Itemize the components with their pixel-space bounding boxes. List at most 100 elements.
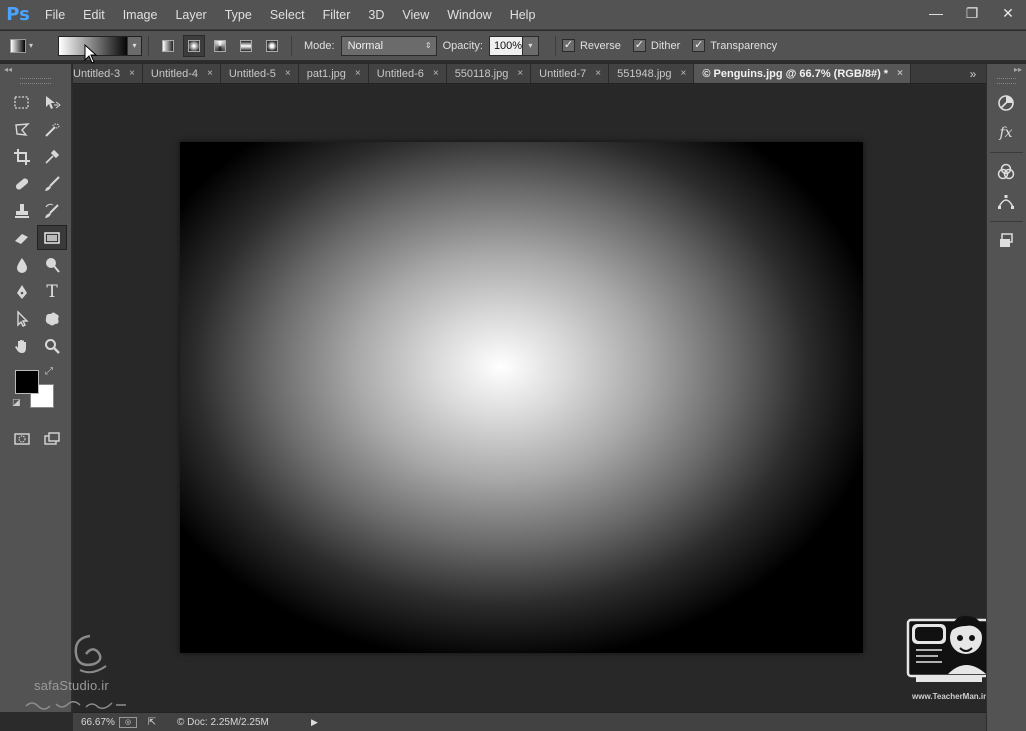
reverse-checkbox[interactable]: ✓ Reverse xyxy=(561,39,621,52)
foreground-color-swatch[interactable] xyxy=(15,370,39,394)
transparency-checkbox[interactable]: ✓ Transparency xyxy=(692,39,777,52)
tab-label: Untitled-5 xyxy=(228,67,276,80)
menu-image[interactable]: Image xyxy=(114,0,167,30)
menu-filter[interactable]: Filter xyxy=(314,0,360,30)
dodge-tool[interactable] xyxy=(37,252,67,277)
move-tool[interactable] xyxy=(37,90,67,115)
gradient-tool[interactable] xyxy=(37,225,67,250)
menu-window[interactable]: Window xyxy=(438,0,500,30)
bandage-icon xyxy=(15,177,29,190)
zoom-level[interactable]: 66.67% xyxy=(73,717,119,728)
quick-mask-button[interactable] xyxy=(7,426,37,451)
layers-panel-button[interactable] xyxy=(987,226,1025,256)
clone-stamp-tool[interactable] xyxy=(7,198,37,223)
tab-untitled-4[interactable]: Untitled-4 × xyxy=(142,64,221,83)
reflected-gradient-button[interactable] xyxy=(235,35,257,57)
menu-edit[interactable]: Edit xyxy=(74,0,114,30)
tab-untitled-6[interactable]: Untitled-6 × xyxy=(368,64,447,83)
tab-overflow-button[interactable]: » xyxy=(960,64,986,83)
brush-tool[interactable] xyxy=(37,171,67,196)
styles-panel-button[interactable]: fx xyxy=(987,118,1025,148)
menu-3d[interactable]: 3D xyxy=(359,0,393,30)
diamond-gradient-icon xyxy=(266,39,278,52)
restore-button[interactable]: ❐ xyxy=(954,2,990,24)
share-icon[interactable]: ⇱ xyxy=(143,717,161,728)
swap-colors-icon[interactable]: ⤢ xyxy=(45,366,53,377)
close-icon[interactable]: × xyxy=(285,68,291,79)
reflected-gradient-icon xyxy=(240,39,252,52)
radial-gradient-button[interactable] xyxy=(183,34,205,57)
default-colors-icon[interactable]: ◪ xyxy=(12,397,21,408)
dither-checkbox[interactable]: ✓ Dither xyxy=(632,39,680,52)
collapse-panel-button[interactable]: ◂◂ xyxy=(0,64,71,76)
tab-untitled-7[interactable]: Untitled-7 × xyxy=(531,64,610,83)
hand-tool[interactable] xyxy=(7,333,37,358)
diamond-gradient-button[interactable] xyxy=(261,35,283,57)
color-swatches: ⤢ ◪ xyxy=(0,364,71,424)
marquee-tool[interactable] xyxy=(7,90,37,115)
eyedropper-tool[interactable] xyxy=(37,144,67,169)
tab-label: pat1.jpg xyxy=(306,67,346,80)
tab-penguins[interactable]: © Penguins.jpg @ 66.7% (RGB/8#) * × xyxy=(694,64,911,83)
status-bar: 66.67% ◎ ⇱ © Doc: 2.25M/2.25M ▶ xyxy=(73,712,986,731)
adjustments-panel-button[interactable] xyxy=(987,88,1025,118)
menu-view[interactable]: View xyxy=(393,0,438,30)
mode-select[interactable]: Normal ⇕ xyxy=(340,35,437,56)
healing-brush-tool[interactable] xyxy=(7,171,37,196)
camera-icon[interactable]: ◎ xyxy=(119,716,137,728)
close-icon[interactable]: × xyxy=(129,68,135,79)
opacity-dropdown-button[interactable]: ▾ xyxy=(522,35,539,56)
close-icon[interactable]: × xyxy=(897,68,903,79)
canvas-area[interactable] xyxy=(73,85,986,712)
custom-shape-tool[interactable] xyxy=(37,306,67,331)
image-canvas[interactable] xyxy=(180,142,863,653)
tab-untitled-5[interactable]: Untitled-5 × xyxy=(220,64,299,83)
collapse-panel-button[interactable]: ▸▸ xyxy=(987,64,1026,76)
safastudio-logo xyxy=(74,634,107,674)
menu-layer[interactable]: Layer xyxy=(166,0,215,30)
shape-icon xyxy=(45,312,59,325)
zoom-tool[interactable] xyxy=(37,333,67,358)
status-menu-arrow-icon[interactable]: ▶ xyxy=(311,717,318,728)
close-icon[interactable]: × xyxy=(355,68,361,79)
crop-icon xyxy=(14,148,30,165)
panel-grip[interactable] xyxy=(20,78,51,84)
history-brush-tool[interactable] xyxy=(37,198,67,223)
quick-selection-tool[interactable] xyxy=(37,117,67,142)
close-icon[interactable]: × xyxy=(595,68,601,79)
tab-untitled-3[interactable]: Untitled-3 × xyxy=(73,64,143,83)
blur-tool[interactable] xyxy=(7,252,37,277)
close-icon[interactable]: × xyxy=(207,68,213,79)
paths-panel-button[interactable] xyxy=(987,187,1025,217)
screen-mode-button[interactable] xyxy=(37,426,67,451)
channels-panel-button[interactable] xyxy=(987,157,1025,187)
tab-pat1[interactable]: pat1.jpg × xyxy=(298,64,369,83)
menu-help[interactable]: Help xyxy=(501,0,545,30)
tool-preset-picker[interactable]: ▾ xyxy=(10,35,50,57)
fx-icon: fx xyxy=(999,125,1013,141)
type-tool[interactable]: T xyxy=(37,279,67,304)
eraser-tool[interactable] xyxy=(7,225,37,250)
path-selection-tool[interactable] xyxy=(7,306,37,331)
menu-file[interactable]: File xyxy=(36,0,74,30)
tab-label: Untitled-7 xyxy=(539,67,587,80)
minimize-button[interactable]: — xyxy=(918,2,954,24)
tab-551948[interactable]: 551948.jpg × xyxy=(609,64,695,83)
tab-550118[interactable]: 550118.jpg × xyxy=(446,64,532,83)
opacity-input[interactable]: 100% xyxy=(488,35,523,56)
eraser-icon xyxy=(15,233,28,244)
menu-select[interactable]: Select xyxy=(261,0,314,30)
chevron-down-icon[interactable]: ▾ xyxy=(127,36,141,55)
linear-gradient-button[interactable] xyxy=(157,35,179,57)
angle-gradient-button[interactable] xyxy=(209,35,231,57)
gradient-picker[interactable]: ▾ xyxy=(58,35,142,56)
pen-tool[interactable] xyxy=(7,279,37,304)
crop-tool[interactable] xyxy=(7,144,37,169)
menu-type[interactable]: Type xyxy=(216,0,261,30)
panel-grip[interactable] xyxy=(997,78,1016,84)
close-icon[interactable]: × xyxy=(433,68,439,79)
close-icon[interactable]: × xyxy=(681,68,687,79)
lasso-tool[interactable] xyxy=(7,117,37,142)
close-button[interactable]: ✕ xyxy=(990,2,1026,24)
close-icon[interactable]: × xyxy=(517,68,523,79)
